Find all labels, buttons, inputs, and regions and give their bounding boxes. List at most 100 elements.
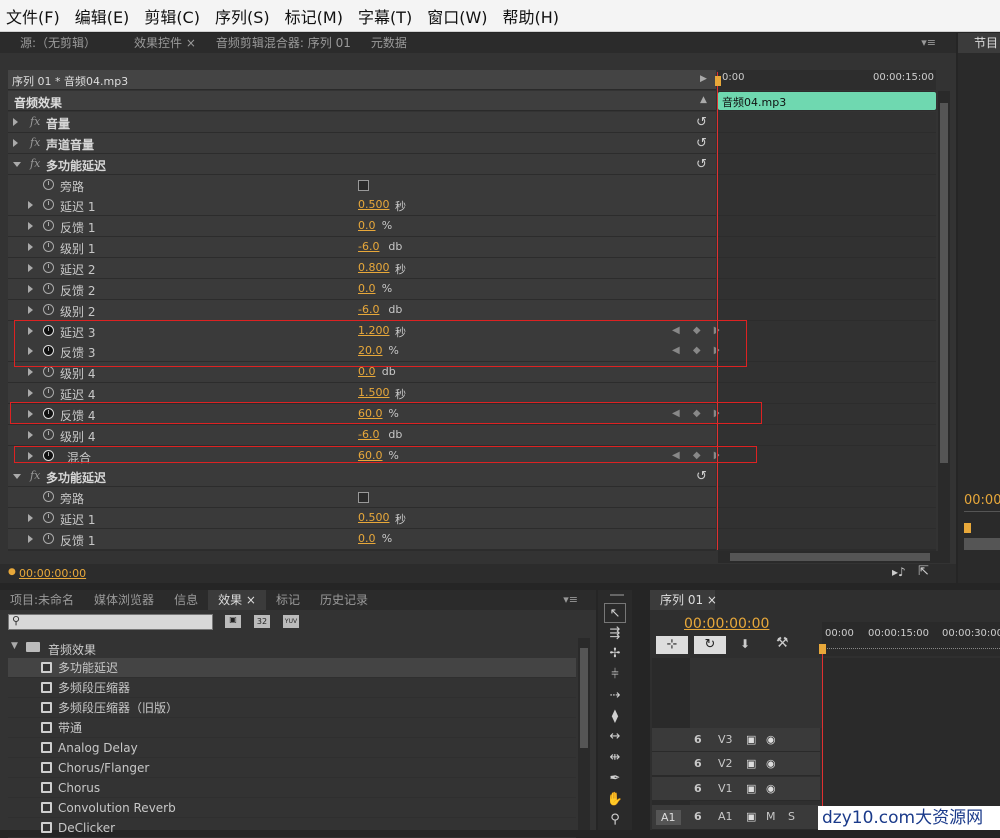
param-value[interactable]: -6.0 bbox=[358, 240, 379, 253]
track-output-icon[interactable]: ▣ bbox=[746, 810, 756, 823]
ec-timeline-row[interactable] bbox=[718, 278, 936, 300]
expand-icon[interactable] bbox=[28, 263, 33, 272]
ec-row[interactable]: fx 声道音量 ↺ bbox=[8, 132, 716, 154]
stopwatch-icon[interactable] bbox=[43, 533, 54, 544]
sequence-timecode[interactable]: 00:00:00:00 bbox=[684, 616, 769, 632]
tab-sequence[interactable]: 序列 01 × bbox=[650, 590, 717, 610]
reset-icon[interactable]: ↺ bbox=[696, 157, 707, 172]
expand-icon[interactable] bbox=[28, 535, 33, 543]
effect-list-item[interactable]: 多频段压缩器（旧版） bbox=[8, 698, 576, 718]
ec-current-time[interactable]: 00:00:00:00 bbox=[19, 567, 86, 580]
param-value[interactable]: 0.0 bbox=[358, 282, 376, 295]
accelerated-effects-icon[interactable]: ▣ bbox=[225, 615, 241, 628]
razor-tool-icon[interactable]: ⧫ bbox=[604, 707, 626, 727]
bypass-checkbox[interactable] bbox=[358, 179, 369, 191]
rate-stretch-tool-icon[interactable]: ⇢ bbox=[604, 686, 626, 706]
pen-tool-icon[interactable]: ✒ bbox=[604, 769, 626, 789]
reset-icon[interactable]: ↺ bbox=[696, 136, 707, 151]
effect-list-item[interactable]: 多功能延迟 bbox=[8, 658, 576, 678]
stopwatch-icon[interactable] bbox=[43, 282, 54, 294]
effects-scrollbar[interactable] bbox=[578, 638, 590, 830]
effect-list-item[interactable]: Chorus/Flanger bbox=[8, 758, 576, 778]
ec-timeline-row[interactable] bbox=[718, 424, 936, 446]
track-output-icon[interactable]: ▣ bbox=[746, 757, 756, 770]
ec-timeline-row[interactable] bbox=[718, 487, 936, 509]
menu-marker[interactable]: 标记(M) bbox=[285, 4, 343, 28]
ec-row[interactable]: 延迟 1 0.500 秒 bbox=[8, 195, 716, 217]
ec-row[interactable]: 反馈 1 0.0% bbox=[8, 216, 716, 238]
panel-menu-icon[interactable]: ▾≡ bbox=[921, 33, 936, 53]
stopwatch-icon[interactable] bbox=[43, 220, 54, 232]
param-value[interactable]: -6.0 bbox=[358, 303, 379, 316]
ec-timeline-row[interactable] bbox=[718, 508, 936, 530]
stopwatch-icon[interactable] bbox=[43, 303, 54, 315]
param-value[interactable]: 1.500 bbox=[358, 386, 390, 399]
ec-row[interactable]: 反馈 2 0.0% bbox=[8, 278, 716, 300]
effect-list-item[interactable]: Chorus bbox=[8, 778, 576, 798]
ec-timeline-row[interactable] bbox=[718, 383, 936, 405]
track-output-icon[interactable]: ▣ bbox=[746, 782, 756, 795]
mute-button[interactable]: M bbox=[766, 810, 776, 823]
toggle-sync-lock-icon[interactable]: 6 bbox=[694, 782, 702, 795]
expand-icon[interactable] bbox=[13, 118, 18, 126]
track-header-v3[interactable]: 6 V3 ▣ ◉ bbox=[652, 728, 820, 752]
stopwatch-icon[interactable] bbox=[43, 178, 54, 190]
sequence-ruler[interactable]: 00:00 00:00:15:00 00:00:30:00 bbox=[822, 622, 1000, 656]
fx-icon[interactable]: fx bbox=[30, 136, 40, 149]
play-audio-icon[interactable]: ▸♪ bbox=[892, 565, 906, 579]
expand-icon[interactable] bbox=[28, 389, 33, 398]
tab-audio-clip-mixer[interactable]: 音频剪辑混合器: 序列 01 bbox=[206, 33, 361, 53]
toggle-sync-lock-icon[interactable]: 6 bbox=[694, 810, 702, 823]
menu-help[interactable]: 帮助(H) bbox=[503, 4, 560, 28]
ec-row[interactable]: fx 多功能延迟 ↺ bbox=[8, 153, 716, 175]
expand-icon[interactable] bbox=[28, 514, 33, 523]
expand-icon[interactable] bbox=[28, 368, 33, 377]
effect-list-item[interactable]: 多频段压缩器 bbox=[8, 678, 576, 698]
fx-icon[interactable]: fx bbox=[30, 469, 40, 482]
eye-icon[interactable]: ◉ bbox=[766, 757, 776, 770]
snap-icon[interactable]: ⊹ bbox=[656, 636, 688, 654]
expand-icon[interactable] bbox=[28, 284, 33, 293]
expand-icon[interactable] bbox=[28, 305, 33, 314]
ec-h-scrollbar[interactable] bbox=[718, 551, 950, 563]
ec-row[interactable]: 级别 1 -6.0 db bbox=[8, 237, 716, 259]
effect-list-item[interactable]: 带通 bbox=[8, 718, 576, 738]
expand-icon[interactable] bbox=[28, 201, 33, 210]
selection-tool-icon[interactable]: ↖ bbox=[604, 603, 626, 623]
tab-project[interactable]: 项目:未命名 bbox=[0, 590, 84, 610]
param-value[interactable]: 0.0 bbox=[358, 532, 376, 545]
reset-icon[interactable]: ↺ bbox=[696, 115, 707, 130]
ec-timeline-row[interactable] bbox=[718, 529, 936, 550]
ec-row[interactable]: fx 多功能延迟 ↺ bbox=[8, 466, 716, 488]
effects-scrollbar-thumb[interactable] bbox=[580, 648, 588, 748]
ec-timeline-row[interactable] bbox=[718, 112, 936, 133]
expand-icon[interactable] bbox=[28, 222, 33, 231]
track-header-v1[interactable]: 6 V1 ▣ ◉ bbox=[652, 777, 820, 801]
tab-metadata[interactable]: 元数据 bbox=[361, 33, 417, 53]
ec-expand-icon[interactable]: ▶ bbox=[700, 74, 707, 84]
collapse-icon[interactable] bbox=[13, 474, 21, 483]
expand-icon[interactable] bbox=[13, 138, 18, 147]
32bit-effects-icon[interactable]: 32 bbox=[254, 615, 270, 628]
tab-history[interactable]: 历史记录 bbox=[310, 590, 378, 610]
tab-effects[interactable]: 效果 × bbox=[208, 590, 266, 610]
program-playhead-icon[interactable] bbox=[964, 523, 971, 533]
ec-timeline-row[interactable]: › bbox=[716, 320, 936, 342]
param-value[interactable]: 0.500 bbox=[358, 511, 390, 524]
stopwatch-icon[interactable] bbox=[43, 199, 54, 211]
tab-source[interactable]: 源:（无剪辑） bbox=[10, 33, 106, 53]
slip-tool-icon[interactable]: ↔ bbox=[604, 727, 626, 747]
bypass-checkbox[interactable] bbox=[358, 492, 369, 504]
menu-sequence[interactable]: 序列(S) bbox=[215, 4, 270, 28]
ec-playhead-handle[interactable] bbox=[715, 76, 721, 86]
effects-search-input[interactable]: ⚲ bbox=[8, 614, 213, 630]
effect-list-item[interactable]: DeClicker bbox=[8, 818, 576, 838]
yuv-effects-icon[interactable]: YUV bbox=[283, 615, 299, 628]
ec-row[interactable]: 延迟 2 0.800 秒 bbox=[8, 257, 716, 279]
tab-effect-controls[interactable]: 效果控件 × bbox=[124, 33, 206, 53]
track-header-v2[interactable]: 6 V2 ▣ ◉ bbox=[652, 752, 820, 776]
fx-icon[interactable]: fx bbox=[30, 157, 40, 170]
folder-expand-icon[interactable]: ▼ bbox=[11, 641, 18, 651]
stopwatch-icon[interactable] bbox=[43, 366, 54, 378]
menu-window[interactable]: 窗口(W) bbox=[427, 4, 487, 28]
